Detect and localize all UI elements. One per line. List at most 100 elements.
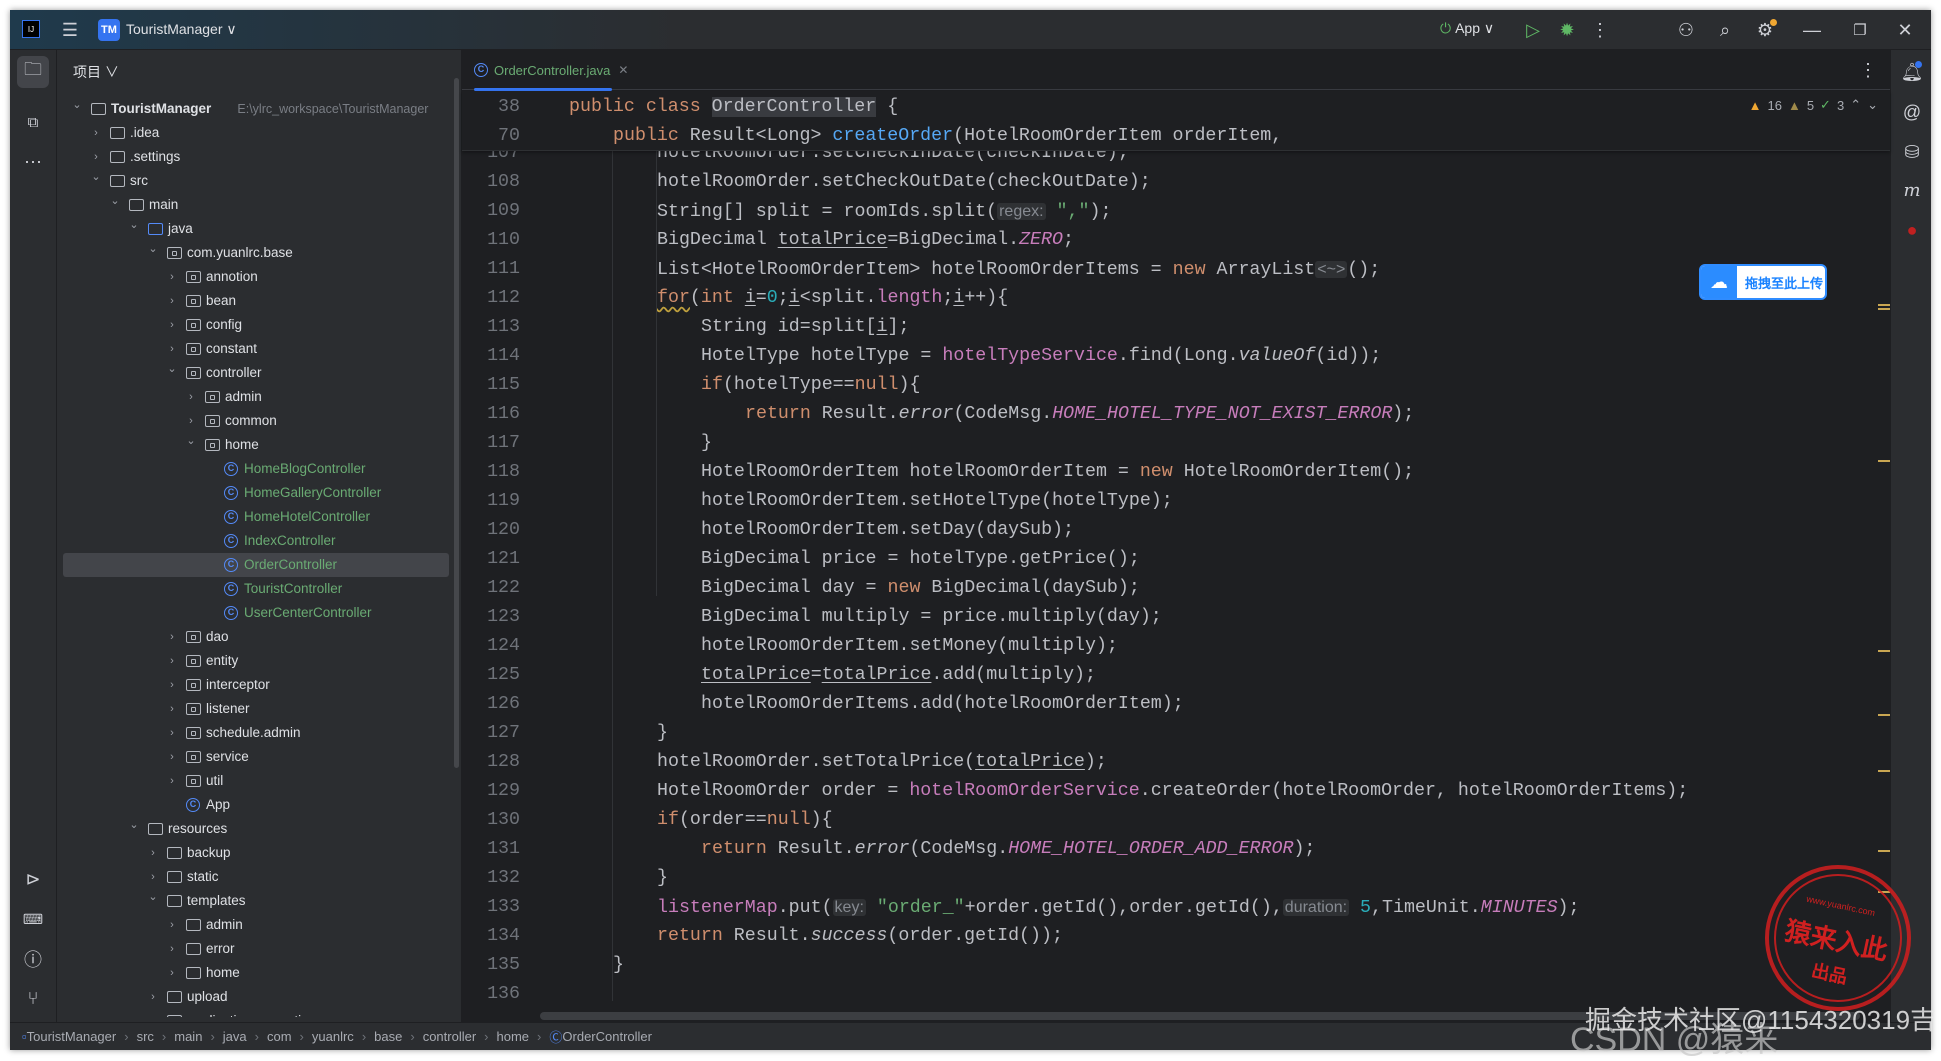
tree-item[interactable]: › annotion [57,265,457,289]
minimize-icon[interactable]: — [1800,18,1824,42]
project-switcher[interactable]: TouristManager ∨ [126,21,237,38]
sticky-scroll-header[interactable]: 38 public class OrderController {70 public… [462,91,1890,151]
code-line[interactable]: 122 BigDecimal day = new BigDecimal(daySu… [462,574,1890,603]
search-icon[interactable]: ⌕ [1713,18,1737,42]
chevron-right-icon[interactable]: › [147,985,159,1009]
tree-item[interactable]: ⌄ resources [57,817,457,841]
structure-icon[interactable]: ⧉ [17,106,49,138]
next-problem-icon[interactable]: ⌄ [1867,97,1878,113]
problems-icon[interactable]: ⓘ [17,943,49,975]
tree-item[interactable]: › util [57,769,457,793]
chevron-down-icon[interactable]: ⌄ [147,237,159,261]
maven-icon[interactable]: m [1896,174,1928,206]
ai-assistant-spiral-icon[interactable]: @ [1896,96,1928,128]
breadcrumb-item[interactable]: java [223,1029,247,1044]
chevron-right-icon[interactable]: › [166,721,178,745]
code-line[interactable]: 108 hotelRoomOrder.setCheckOutDate(checkO… [462,168,1890,197]
more-actions-icon[interactable]: ⋮ [1588,18,1612,42]
code-line[interactable]: 109 String[] split = roomIds.split(regex:… [462,197,1890,226]
code-line[interactable]: 111 List<HotelRoomOrderItem> hotelRoomOrd… [462,255,1890,284]
tree-item[interactable]: C HomeHotelController [57,505,457,529]
chevron-down-icon[interactable]: ⌄ [166,357,178,381]
chevron-down-icon[interactable]: ⌄ [147,885,159,909]
code-line[interactable]: 113 String id=split[i]; [462,313,1890,342]
chevron-right-icon[interactable]: › [166,649,178,673]
tree-item[interactable]: › common [57,409,457,433]
code-line[interactable]: 133 listenerMap.put(key: "order_"+order.g… [462,893,1890,922]
project-tool-folder-icon[interactable]: 🗀 [17,56,49,88]
code-line[interactable]: 121 BigDecimal price = hotelType.getPrice… [462,545,1890,574]
code-line[interactable]: 128 hotelRoomOrder.setTotalPrice(totalPri… [462,748,1890,777]
chevron-right-icon[interactable]: › [147,841,159,865]
problems-summary[interactable]: ▲ 16 ▲ 5 ✓ 3 ⌃ ⌄ [1749,97,1878,113]
tree-item[interactable]: C IndexController [57,529,457,553]
chevron-down-icon[interactable]: ⌄ [109,189,121,213]
chevron-down-icon[interactable]: ⌄ [71,97,83,117]
tree-item[interactable]: C UserCenterController [57,601,457,625]
tree-item[interactable]: C HomeGalleryController [57,481,457,505]
intellij-logo-icon[interactable]: IJ [22,20,40,38]
chevron-right-icon[interactable]: › [166,769,178,793]
tree-item[interactable]: › upload [57,985,457,1009]
chevron-right-icon[interactable]: › [166,265,178,289]
code-line[interactable]: 116 return Result.error(CodeMsg.HOME_HOTE… [462,400,1890,429]
tree-item[interactable]: C HomeBlogController [57,457,457,481]
terminal-icon[interactable]: ⌨ [17,903,49,935]
tree-item[interactable]: C OrderController [63,553,449,577]
close-icon[interactable]: ✕ [1893,18,1917,42]
code-line[interactable]: 129 HotelRoomOrder order = hotelRoomOrder… [462,777,1890,806]
code-area[interactable]: 107 hotelRoomOrder.setCheckInDate(checkIn… [462,50,1890,1010]
restore-icon[interactable]: ❐ [1848,18,1872,42]
tree-item[interactable]: C App [57,793,457,817]
chevron-right-icon[interactable]: › [185,385,197,409]
breadcrumb-item[interactable]: com [267,1029,292,1044]
chevron-right-icon[interactable]: › [90,121,102,145]
breadcrumb-item[interactable]: src [137,1029,154,1044]
git-icon[interactable]: ⑂ [17,982,49,1014]
tree-item[interactable]: ⌄ TouristManager E:\ylrc_workspace\Tourist… [57,97,457,121]
project-panel-title[interactable]: 项目 ∨ [73,62,119,82]
code-line[interactable]: 70 public Result<Long> createOrder(HotelR… [462,122,1890,151]
code-line[interactable]: 115 if(hotelType==null){ [462,371,1890,400]
tree-item[interactable]: › listener [57,697,457,721]
tree-item[interactable]: C TouristController [57,577,457,601]
tree-item[interactable]: › entity [57,649,457,673]
chevron-right-icon[interactable]: › [166,697,178,721]
code-line[interactable]: 135} [462,951,1890,980]
main-menu-icon[interactable]: ☰ [58,18,82,42]
code-line[interactable]: 126 hotelRoomOrderItems.add(hotelRoomOrde… [462,690,1890,719]
tree-item[interactable]: application.properties [57,1009,457,1017]
chevron-down-icon[interactable]: ⌄ [90,165,102,189]
breadcrumb-item[interactable]: home [497,1029,530,1044]
chevron-down-icon[interactable]: ⌄ [128,813,140,837]
code-line[interactable]: 125 totalPrice=totalPrice.add(multiply); [462,661,1890,690]
tree-item[interactable]: › dao [57,625,457,649]
code-line[interactable]: 127} [462,719,1890,748]
tree-scrollbar[interactable] [454,78,459,768]
tree-item[interactable]: › config [57,313,457,337]
tree-item[interactable]: › service [57,745,457,769]
breadcrumb-item[interactable]: base [374,1029,402,1044]
tree-item[interactable]: › admin [57,385,457,409]
chevron-down-icon[interactable]: ⌄ [185,429,197,453]
debug-icon[interactable]: ✹ [1555,18,1579,42]
code-line[interactable]: 124 hotelRoomOrderItem.setMoney(multiply)… [462,632,1890,661]
code-line[interactable]: 134 return Result.success(order.getId()); [462,922,1890,951]
chevron-right-icon[interactable]: › [166,289,178,313]
tree-item[interactable]: ⌄ templates [57,889,457,913]
chevron-right-icon[interactable]: › [166,625,178,649]
code-line[interactable]: 123 BigDecimal multiply = price.multiply(… [462,603,1890,632]
run-icon[interactable]: ▷ [1521,18,1545,42]
run-config-selector[interactable]: ⏻ App ∨ [1440,20,1494,37]
tree-item[interactable]: › admin [57,913,457,937]
baidu-upload-widget[interactable]: ☁ 拖拽至此上传 [1699,264,1827,300]
breadcrumb-item[interactable]: yuanlrc [312,1029,354,1044]
chevron-right-icon[interactable]: › [166,913,178,937]
tree-item[interactable]: › static [57,865,457,889]
chevron-right-icon[interactable]: › [166,673,178,697]
code-line[interactable]: 110 BigDecimal totalPrice=BigDecimal.ZERO… [462,226,1890,255]
code-line[interactable]: 120 hotelRoomOrderItem.setDay(daySub); [462,516,1890,545]
notifications-bell-icon[interactable]: 🔔︎ [1896,56,1928,88]
code-line[interactable]: 130 if(order==null){ [462,806,1890,835]
tree-item[interactable]: › home [57,961,457,985]
